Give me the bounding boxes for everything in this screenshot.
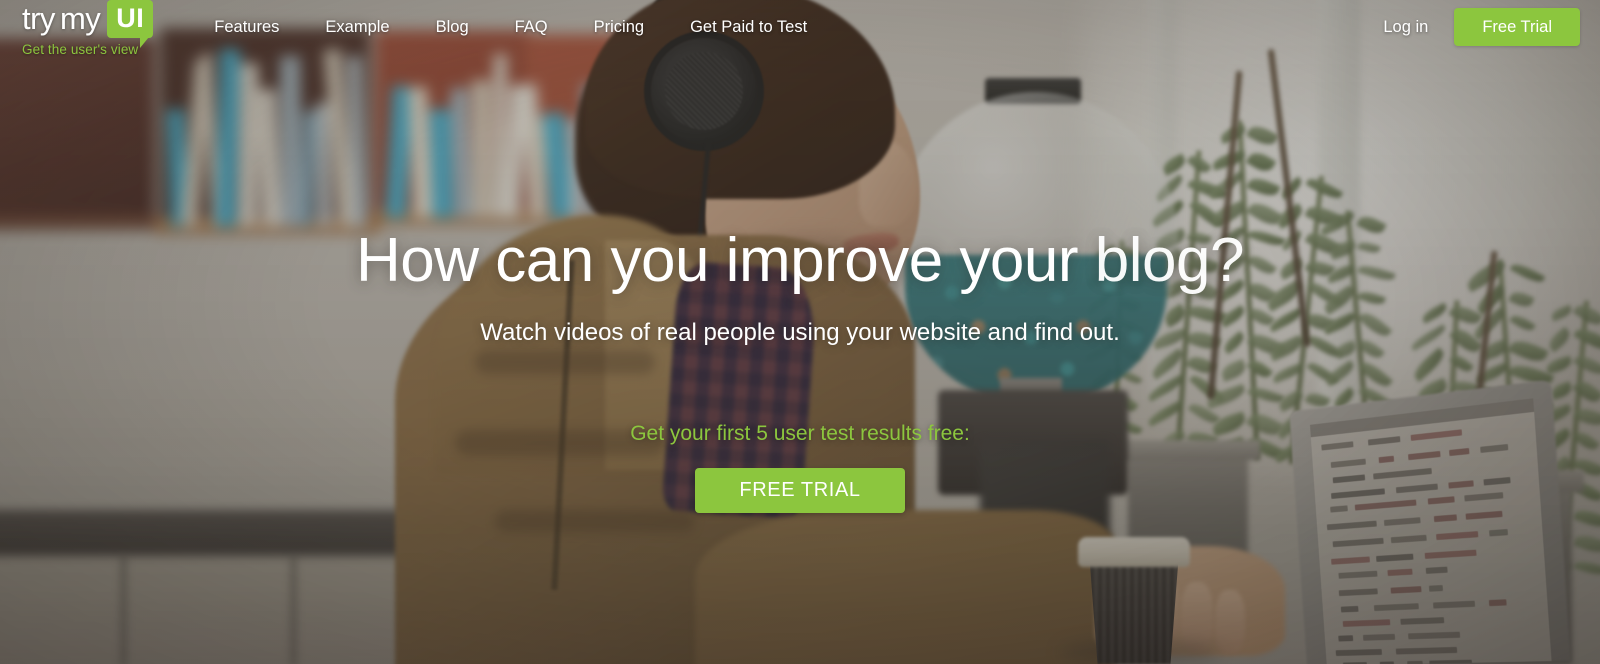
code-line [1338,588,1378,596]
hero-subheadline: Watch videos of real people using your w… [0,319,1600,347]
logo-text-try: try [22,3,55,34]
code-line [1433,601,1476,609]
nav-item-get-paid-to-test[interactable]: Get Paid to Test [667,12,830,43]
code-line [1436,532,1478,541]
code-line [1489,599,1507,606]
code-line [1332,538,1383,547]
free-trial-button-hero[interactable]: FREE TRIAL [695,468,904,513]
counter-leg [120,556,127,664]
code-line [1363,633,1395,640]
plant-leaf [1573,558,1600,577]
code-line [1384,517,1421,526]
finger [1215,590,1245,654]
code-line [1338,571,1378,579]
main-navigation: Features Example Blog FAQ Pricing Get Pa… [191,12,830,43]
plant-leaf [1246,149,1277,176]
site-header: try my UI Get the user's view Features E… [0,0,1600,54]
code-line [1395,646,1456,654]
code-line [1390,586,1421,593]
free-trial-button-header[interactable]: Free Trial [1454,8,1580,46]
page-title: How can you improve your blog? [0,228,1600,293]
login-link[interactable]: Log in [1383,18,1428,37]
code-line [1335,649,1381,656]
logo-speech-bubble-icon: UI [107,0,153,38]
code-line [1489,529,1508,536]
jacket-fold [495,510,695,532]
hero-copy: How can you improve your blog? Watch vid… [0,228,1600,513]
book [280,56,302,227]
logo-text-ui: UI [116,5,144,32]
header-actions: Log in Free Trial [1383,8,1580,46]
logo-tagline: Get the user's view [22,42,153,57]
code-line [1425,549,1477,558]
code-line [1341,606,1359,613]
hero-cta-offer-text: Get your first 5 user test results free: [0,422,1600,446]
code-line [1376,553,1413,561]
nav-item-features[interactable]: Features [191,12,302,43]
headline-dynamic-text: blog? [1095,226,1244,295]
code-line [1374,603,1419,611]
code-line [1429,585,1443,592]
nav-item-faq[interactable]: FAQ [492,12,571,43]
code-line [1434,515,1457,523]
logo[interactable]: try my UI Get the user's view [22,0,153,57]
forearm [695,510,1115,664]
shelf-crate [0,38,155,223]
nav-item-example[interactable]: Example [302,12,412,43]
code-line [1387,568,1412,575]
book [238,63,259,227]
code-line [1426,566,1448,573]
code-line [1408,631,1460,639]
plant-leaf [1306,175,1344,202]
logo-wordmark: try my UI [22,0,153,38]
nav-item-pricing[interactable]: Pricing [571,12,667,43]
counter-leg [290,556,297,664]
plant-leaf [1160,153,1187,175]
plant-leaf [1246,122,1278,148]
code-line [1400,617,1444,625]
code-line [1331,556,1369,564]
code-line [1327,521,1377,531]
nav-item-blog[interactable]: Blog [413,12,492,43]
headline-static-text: How can you improve your [356,226,1078,295]
coffee-cup-body [1086,563,1182,664]
logo-text-my: my [60,3,100,34]
code-line [1338,635,1353,641]
code-line [1343,619,1390,627]
coffee-cup-lid [1078,537,1190,567]
book [429,108,453,218]
book [215,48,239,227]
hero-section: try my UI Get the user's view Features E… [0,0,1600,664]
plant-leaf [1573,532,1600,557]
code-line [1391,535,1426,543]
